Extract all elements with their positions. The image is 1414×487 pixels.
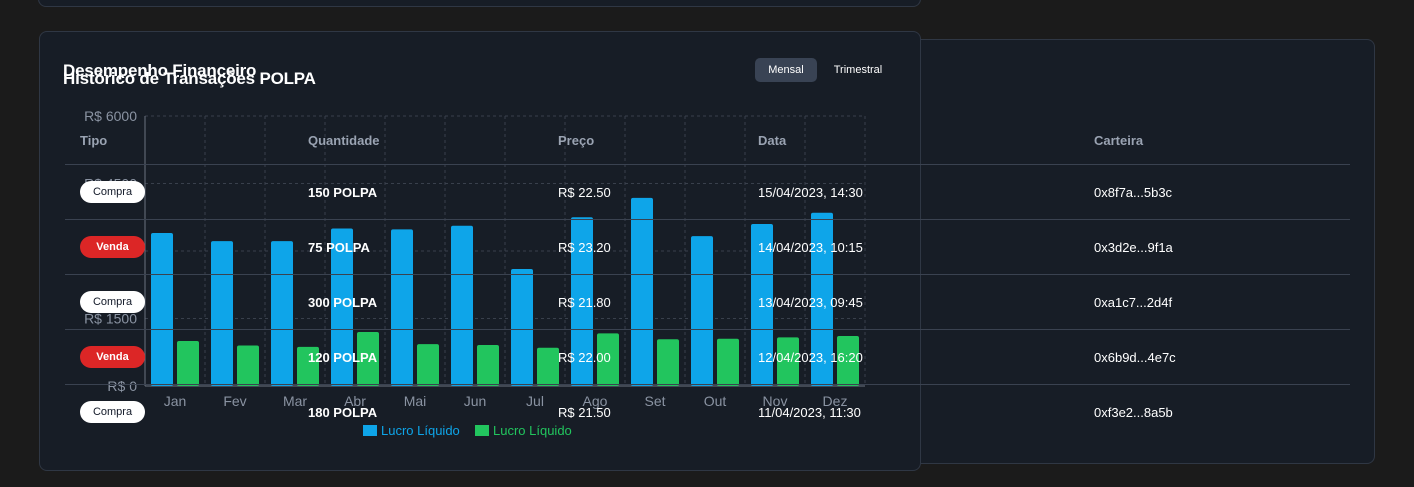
quantity-cell: 75 POLPA <box>308 240 370 255</box>
x-tick-label: Jun <box>464 393 487 409</box>
y-tick-label: R$ 0 <box>107 378 137 394</box>
type-badge-compra: Compra <box>80 401 145 423</box>
bar-2-fev <box>237 345 259 386</box>
bar-1-fev <box>211 241 233 386</box>
date-cell: 15/04/2023, 14:30 <box>758 185 863 200</box>
legend-label: Lucro Líquido <box>381 423 460 438</box>
bar-2-jul <box>537 347 559 386</box>
price-cell: R$ 21.80 <box>558 295 611 310</box>
wallet-cell: 0x8f7a...5b3c <box>1094 185 1173 200</box>
legend-swatch <box>475 425 489 436</box>
header-carteira: Carteira <box>1094 133 1144 148</box>
bar-1-jun <box>451 225 473 386</box>
x-tick-label: Jan <box>164 393 187 409</box>
price-cell: R$ 21.50 <box>558 405 611 420</box>
row-divider <box>65 329 1350 330</box>
bar-2-jan <box>177 341 199 386</box>
header-preco: Preço <box>558 133 595 148</box>
wallet-cell: 0x3d2e...9f1a <box>1094 240 1173 255</box>
bar-1-out <box>691 236 713 386</box>
type-badge-venda: Venda <box>80 236 145 258</box>
wallet-cell: 0x6b9d...4e7c <box>1094 350 1176 365</box>
date-cell: 12/04/2023, 16:20 <box>758 350 863 365</box>
price-cell: R$ 22.50 <box>558 185 611 200</box>
bar-1-jul <box>511 269 533 386</box>
bar-2-out <box>717 338 739 386</box>
date-cell: 14/04/2023, 10:15 <box>758 240 863 255</box>
bar-1-mar <box>271 241 293 386</box>
price-cell: R$ 23.20 <box>558 240 611 255</box>
date-cell: 11/04/2023, 11:30 <box>758 405 861 420</box>
x-tick-label: Mai <box>404 393 427 409</box>
type-badge-compra: Compra <box>80 291 145 313</box>
bar-2-set <box>657 339 679 386</box>
quantity-cell: 150 POLPA <box>308 185 378 200</box>
quantity-cell: 120 POLPA <box>308 350 378 365</box>
bar-2-mai <box>417 344 439 386</box>
y-tick-label: R$ 6000 <box>84 108 137 124</box>
row-divider <box>65 274 1350 275</box>
wallet-cell: 0xf3e2...8a5b <box>1094 405 1173 420</box>
row-divider <box>65 164 1350 165</box>
legend-label: Lucro Líquido <box>493 423 572 438</box>
bar-1-mai <box>391 229 413 386</box>
header-data: Data <box>758 133 787 148</box>
wallet-cell: 0xa1c7...2d4f <box>1094 295 1173 310</box>
transactions-title: Histórico de Transações POLPA <box>63 69 316 88</box>
quantity-cell: 180 POLPA <box>308 405 378 420</box>
header-tipo: Tipo <box>80 133 108 148</box>
legend-swatch <box>363 425 377 436</box>
price-cell: R$ 22.00 <box>558 350 611 365</box>
row-divider <box>65 219 1350 220</box>
x-tick-label: Mar <box>283 393 307 409</box>
x-tick-label: Fev <box>223 393 246 409</box>
x-tick-label: Out <box>704 393 727 409</box>
mensal-toggle-button[interactable]: Mensal <box>755 58 817 82</box>
type-badge-venda: Venda <box>80 346 145 368</box>
header-quantidade: Quantidade <box>308 133 380 148</box>
row-divider <box>65 384 1350 385</box>
bar-1-set <box>631 197 653 386</box>
quantity-cell: 300 POLPA <box>308 295 378 310</box>
x-tick-label: Set <box>644 393 665 409</box>
type-badge-compra: Compra <box>80 181 145 203</box>
bar-2-jun <box>477 345 499 386</box>
bar-1-jan <box>151 233 173 386</box>
x-tick-label: Jul <box>526 393 544 409</box>
trimestral-toggle-button[interactable]: Trimestral <box>822 58 894 82</box>
date-cell: 13/04/2023, 09:45 <box>758 295 863 310</box>
